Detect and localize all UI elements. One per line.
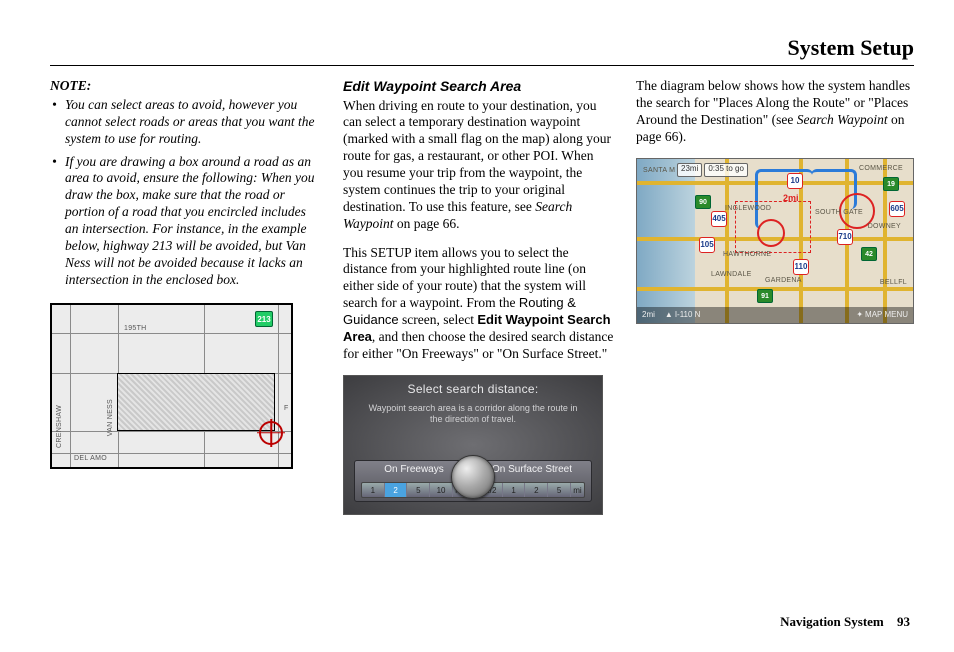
scale-tick[interactable]: 1	[362, 483, 385, 497]
city-label: LAWNDALE	[711, 271, 752, 280]
interstate-shield-icon: 605	[889, 201, 905, 217]
interstate-shield-icon: 710	[837, 229, 853, 245]
current-road-label: ▲ I-110 N	[660, 310, 851, 320]
eta-pill: 0:35 to go	[704, 163, 748, 177]
street-label: F	[284, 405, 289, 414]
street-label: CRENSHAW	[56, 405, 65, 448]
state-route-shield-icon: 90	[695, 195, 711, 209]
footer-label: Navigation System	[780, 614, 884, 629]
city-label: COMMERCE	[859, 165, 903, 174]
city-label: SOUTH GATE	[815, 209, 863, 218]
target-crosshair-icon	[259, 421, 283, 445]
note-heading: NOTE:	[50, 78, 321, 95]
map-bottom-bar: 2mi ▲ I-110 N ✦ MAP MENU	[637, 307, 913, 323]
corridor-width-label: 2mi	[783, 193, 799, 204]
distance-selector-bar: On Freeways 1 2 5 10 mi On Surface Stree…	[354, 460, 592, 502]
street-label: VAN NESS	[107, 399, 116, 436]
scale-tick[interactable]: 5	[548, 483, 571, 497]
dial-knob-icon[interactable]	[451, 455, 495, 499]
city-label: SANTA M	[643, 167, 675, 176]
figure-search-distance-ui: Select search distance: Waypoint search …	[343, 375, 603, 515]
state-route-shield-icon: 42	[861, 247, 877, 261]
page-footer: Navigation System 93	[780, 614, 910, 630]
dialog-subtitle: Waypoint search area is a corridor along…	[344, 397, 602, 426]
surface-scale[interactable]: 1/2 1 2 5 mi	[479, 482, 585, 498]
column-1: NOTE: You can select areas to avoid, how…	[50, 78, 321, 515]
section-heading: Edit Waypoint Search Area	[343, 78, 614, 96]
scale-tick[interactable]: 1	[503, 483, 526, 497]
city-label: HAWTHORNE	[723, 251, 771, 260]
figure-route-map: 2mi 23mi 0:35 to go 405 110 605 710 105 …	[636, 158, 914, 324]
text: When driving en route to your destinatio…	[343, 98, 611, 214]
map-menu-button[interactable]: ✦ MAP MENU	[851, 310, 913, 320]
text: screen, select	[399, 312, 478, 327]
figure-avoid-area-map: 195TH CRENSHAW VAN NESS WESTERN F DEL AM…	[50, 303, 293, 469]
page-header: System Setup	[50, 35, 914, 61]
scale-tick[interactable]: 5	[407, 483, 430, 497]
route-shield-icon: 213	[255, 311, 273, 327]
content-columns: NOTE: You can select areas to avoid, how…	[50, 78, 914, 515]
text: on page 66.	[394, 216, 460, 231]
scale-tick-selected[interactable]: 2	[385, 483, 408, 497]
interstate-shield-icon: 10	[787, 173, 803, 189]
interstate-shield-icon: 105	[699, 237, 715, 253]
city-label: GARDENA	[765, 277, 802, 286]
column-3: The diagram below shows how the system h…	[636, 78, 914, 515]
column-2: Edit Waypoint Search Area When driving e…	[343, 78, 614, 515]
freeways-scale[interactable]: 1 2 5 10 mi	[361, 482, 467, 498]
dialog-title: Select search distance:	[344, 376, 602, 397]
city-label: INGLEWOOD	[725, 205, 771, 214]
street-label: 195TH	[124, 325, 147, 334]
street-label: DEL AMO	[74, 455, 107, 464]
scale-tick[interactable]: 10	[430, 483, 453, 497]
paragraph: When driving en route to your destinatio…	[343, 98, 614, 233]
page-number: 93	[897, 614, 910, 629]
distance-pill: 23mi	[677, 163, 702, 177]
interstate-shield-icon: 110	[793, 259, 809, 275]
paragraph: The diagram below shows how the system h…	[636, 78, 914, 146]
paragraph: This SETUP item allows you to select the…	[343, 245, 614, 363]
avoid-area-box	[117, 373, 275, 431]
city-label: DOWNEY	[868, 223, 901, 232]
text-italic: Search Waypoint	[797, 112, 888, 127]
note-list: You can select areas to avoid, however y…	[50, 97, 321, 289]
note-item: If you are drawing a box around a road a…	[65, 154, 321, 289]
scale-tick[interactable]: 2	[525, 483, 548, 497]
text: , and then choose the desired search dis…	[343, 329, 613, 361]
trip-info-bar: 23mi 0:35 to go	[677, 163, 748, 177]
header-rule	[50, 65, 914, 66]
note-item: You can select areas to avoid, however y…	[65, 97, 321, 148]
state-route-shield-icon: 19	[883, 177, 899, 191]
scale-unit: mi	[571, 483, 584, 497]
state-route-shield-icon: 91	[757, 289, 773, 303]
map-scale: 2mi	[637, 310, 660, 320]
page-title: System Setup	[787, 35, 914, 60]
city-label: BELLFL	[880, 279, 907, 288]
